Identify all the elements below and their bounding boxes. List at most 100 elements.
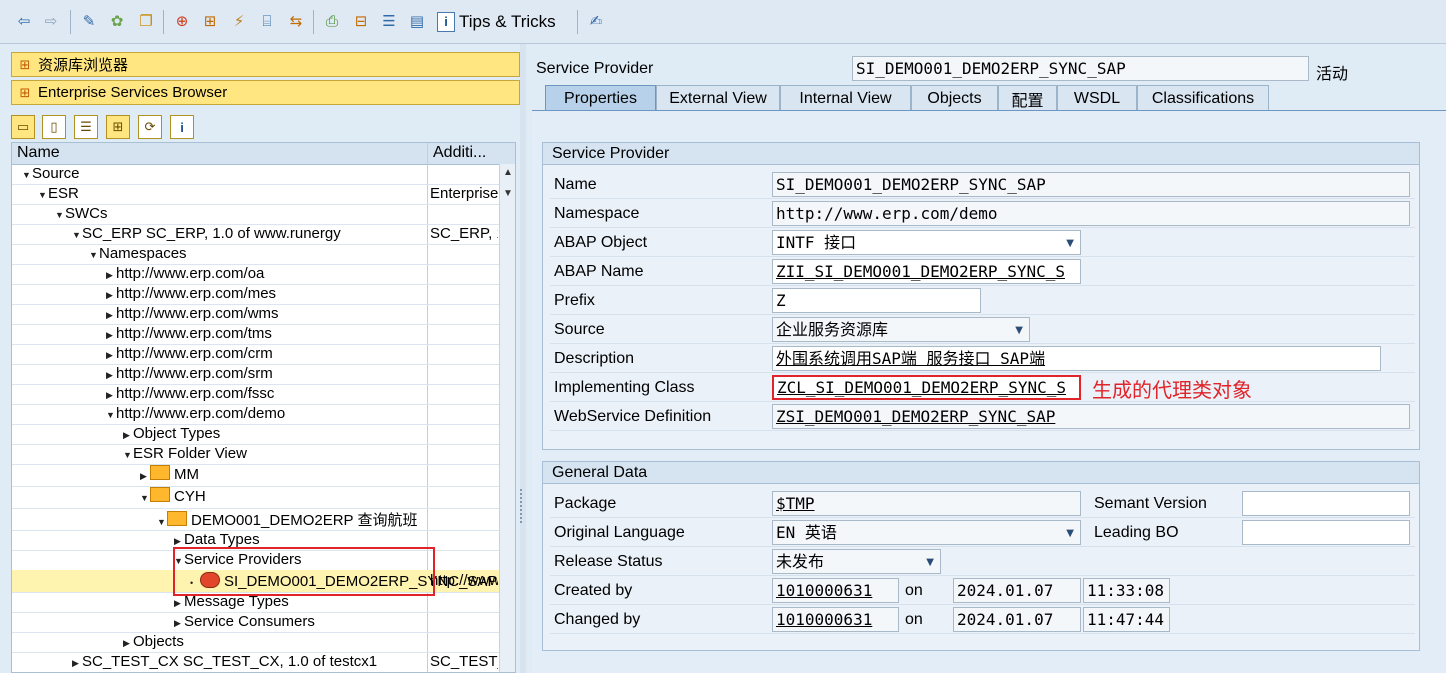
header-service-provider-field[interactable]: SI_DEMO001_DEMO2ERP_SYNC_SAP bbox=[852, 56, 1309, 81]
tree-node-namespace[interactable]: ▶ http://www.erp.com/mes bbox=[12, 284, 499, 305]
info-icon[interactable]: i bbox=[170, 115, 194, 139]
abap-name-field[interactable]: ZII_SI_DEMO001_DEMO2ERP_SYNC_S bbox=[772, 259, 1081, 284]
tree-node-sc-test[interactable]: ▶ SC_TEST_CX SC_TEST_CX, 1.0 of testcx1 S… bbox=[12, 652, 499, 672]
webservice-definition-label: WebService Definition bbox=[554, 408, 712, 425]
created-time-field[interactable]: 11:33:08 bbox=[1083, 578, 1170, 603]
tree-node-label: Namespaces bbox=[99, 245, 187, 262]
tips-and-tricks-button[interactable]: i Tips & Tricks bbox=[437, 10, 556, 34]
column-header-additional[interactable]: Additi... bbox=[433, 144, 486, 162]
structure-icon[interactable]: ⊟ bbox=[350, 10, 372, 32]
tab-label: WSDL bbox=[1073, 89, 1121, 107]
semant-version-label: Semant Version bbox=[1094, 495, 1207, 512]
tree-node-label: Objects bbox=[133, 633, 184, 650]
package-field[interactable]: $TMP bbox=[772, 491, 1081, 516]
scroll-down-icon[interactable]: ▼ bbox=[503, 188, 513, 199]
tree-vertical-scrollbar[interactable]: ▲ ▼ bbox=[499, 164, 515, 672]
forward-arrow-icon[interactable]: ⇨ bbox=[40, 10, 62, 32]
transport-icon[interactable]: ⇆ bbox=[285, 10, 307, 32]
dropdown-arrow-icon[interactable]: ▼ bbox=[1015, 319, 1023, 341]
repository-browser-button[interactable]: ⊞ 资源库浏览器 bbox=[11, 52, 520, 77]
tab-properties[interactable]: Properties bbox=[545, 85, 656, 111]
dropdown-arrow-icon[interactable]: ▼ bbox=[1066, 522, 1074, 544]
collapsed-triangle-icon: ▶ bbox=[106, 290, 113, 300]
created-date-field[interactable]: 2024.01.07 bbox=[953, 578, 1081, 603]
tree-node-namespace[interactable]: ▶ http://www.erp.com/tms bbox=[12, 324, 499, 345]
refresh-icon[interactable]: ⟳ bbox=[138, 115, 162, 139]
tree-node-sc-erp[interactable]: ▼SC_ERP SC_ERP, 1.0 of www.runergy SC_ER… bbox=[12, 224, 499, 245]
tree-node-namespace-demo[interactable]: ▼http://www.erp.com/demo bbox=[12, 404, 499, 425]
tree-node-namespace[interactable]: ▶ http://www.erp.com/fssc bbox=[12, 384, 499, 405]
back-arrow-icon[interactable]: ⇦ bbox=[13, 10, 35, 32]
check-icon[interactable]: ⊕ bbox=[171, 10, 193, 32]
dropdown-arrow-icon[interactable]: ▼ bbox=[1066, 232, 1074, 254]
collapsed-triangle-icon: ▶ bbox=[123, 638, 130, 648]
tree-node-service-consumers[interactable]: ▶ Service Consumers bbox=[12, 612, 499, 633]
leading-bo-field[interactable] bbox=[1242, 520, 1410, 545]
changed-by-field[interactable]: 1010000631 bbox=[772, 607, 899, 632]
abap-object-dropdown[interactable]: INTF 接口 ▼ bbox=[772, 230, 1081, 255]
changed-date-field[interactable]: 2024.01.07 bbox=[953, 607, 1081, 632]
prefix-field[interactable]: Z bbox=[772, 288, 981, 313]
tree-node-namespace[interactable]: ▶ http://www.erp.com/wms bbox=[12, 304, 499, 325]
tree-node-folder-demo001[interactable]: ▼ DEMO001_DEMO2ERP 查询航班 bbox=[12, 508, 499, 531]
tree-node-namespace[interactable]: ▶ http://www.erp.com/oa bbox=[12, 264, 499, 285]
tab-objects[interactable]: Objects bbox=[911, 85, 998, 111]
tab-label: External View bbox=[669, 89, 767, 107]
implementing-class-field[interactable]: ZCL_SI_DEMO001_DEMO2ERP_SYNC_S bbox=[772, 375, 1081, 400]
created-by-field[interactable]: 1010000631 bbox=[772, 578, 899, 603]
activate-icon[interactable]: ✿ bbox=[106, 10, 128, 32]
splitter-grip[interactable] bbox=[520, 489, 528, 523]
changed-time-field[interactable]: 11:47:44 bbox=[1083, 607, 1170, 632]
edit-document-icon[interactable]: ✍ bbox=[585, 10, 607, 32]
tree-node-folder-cyh[interactable]: ▼ CYH bbox=[12, 486, 499, 509]
dropdown-arrow-icon[interactable]: ▼ bbox=[926, 551, 934, 573]
tree-node-source[interactable]: ▼Source bbox=[12, 164, 499, 185]
semant-version-field[interactable] bbox=[1242, 491, 1410, 516]
field-value: 企业服务资源库 bbox=[776, 320, 889, 339]
expanded-triangle-icon: ▼ bbox=[140, 493, 149, 503]
new-document-icon[interactable]: ▯ bbox=[42, 115, 66, 139]
tree-node-namespace[interactable]: ▶ http://www.erp.com/srm bbox=[12, 364, 499, 385]
hierarchy-icon[interactable]: ⊞ bbox=[199, 10, 221, 32]
enterprise-services-browser-button[interactable]: ⊞ Enterprise Services Browser bbox=[11, 80, 520, 105]
namespace-field[interactable]: http://www.erp.com/demo bbox=[772, 201, 1410, 226]
toolbar-separator bbox=[70, 10, 71, 34]
column-header-name[interactable]: Name bbox=[17, 144, 60, 162]
display-change-icon[interactable]: ✎ bbox=[78, 10, 100, 32]
tree-node-swcs[interactable]: ▼SWCs bbox=[12, 204, 499, 225]
enterprise-services-browser-label: Enterprise Services Browser bbox=[38, 84, 228, 101]
tree-node-objects[interactable]: ▶ Objects bbox=[12, 632, 499, 653]
tab-external-view[interactable]: External View bbox=[656, 85, 780, 111]
source-dropdown[interactable]: 企业服务资源库 ▼ bbox=[772, 317, 1030, 342]
export-icon[interactable]: ⎙ bbox=[321, 10, 343, 32]
tab-internal-view[interactable]: Internal View bbox=[780, 85, 911, 111]
pane-splitter[interactable] bbox=[520, 44, 526, 673]
where-used-icon[interactable]: ⌸ bbox=[256, 10, 278, 32]
release-status-dropdown[interactable]: 未发布 ▼ bbox=[772, 549, 941, 574]
tree-node-namespace[interactable]: ▶ http://www.erp.com/crm bbox=[12, 344, 499, 365]
tab-configuration[interactable]: 配置 bbox=[998, 85, 1057, 111]
magic-wand-icon[interactable]: ⚡ bbox=[228, 10, 250, 32]
tab-classifications[interactable]: Classifications bbox=[1137, 85, 1269, 111]
tree-node-folder-mm[interactable]: ▶ MM bbox=[12, 464, 499, 487]
document-list-icon[interactable]: ☰ bbox=[74, 115, 98, 139]
panel-title: General Data bbox=[543, 462, 1419, 484]
webservice-definition-field[interactable]: ZSI_DEMO001_DEMO2ERP_SYNC_SAP bbox=[772, 404, 1410, 429]
copy-object-icon[interactable]: ❐ bbox=[135, 10, 157, 32]
tree-node-label: SC_TEST_CX SC_TEST_CX, 1.0 of testcx1 bbox=[82, 653, 378, 670]
open-folder-icon[interactable]: ▭ bbox=[11, 115, 35, 139]
name-field[interactable]: SI_DEMO001_DEMO2ERP_SYNC_SAP bbox=[772, 172, 1410, 197]
tree-node-esr[interactable]: ▼ESR Enterprise bbox=[12, 184, 499, 205]
original-language-dropdown[interactable]: EN 英语 ▼ bbox=[772, 520, 1081, 545]
field-value: 外围系统调用SAP端 服务接口 SAP端 bbox=[776, 349, 1046, 368]
tree-node-object-types[interactable]: ▶ Object Types bbox=[12, 424, 499, 445]
tree-node-namespaces[interactable]: ▼Namespaces bbox=[12, 244, 499, 265]
tree-node-esr-folder-view[interactable]: ▼ESR Folder View bbox=[12, 444, 499, 465]
field-value: 2024.01.07 bbox=[957, 581, 1054, 600]
grid-icon[interactable]: ⊞ bbox=[106, 115, 130, 139]
list-icon[interactable]: ☰ bbox=[378, 10, 400, 32]
tab-wsdl[interactable]: WSDL bbox=[1057, 85, 1137, 111]
layout-icon[interactable]: ▤ bbox=[406, 10, 428, 32]
scroll-up-icon[interactable]: ▲ bbox=[503, 167, 513, 178]
description-field[interactable]: 外围系统调用SAP端 服务接口 SAP端 bbox=[772, 346, 1381, 371]
